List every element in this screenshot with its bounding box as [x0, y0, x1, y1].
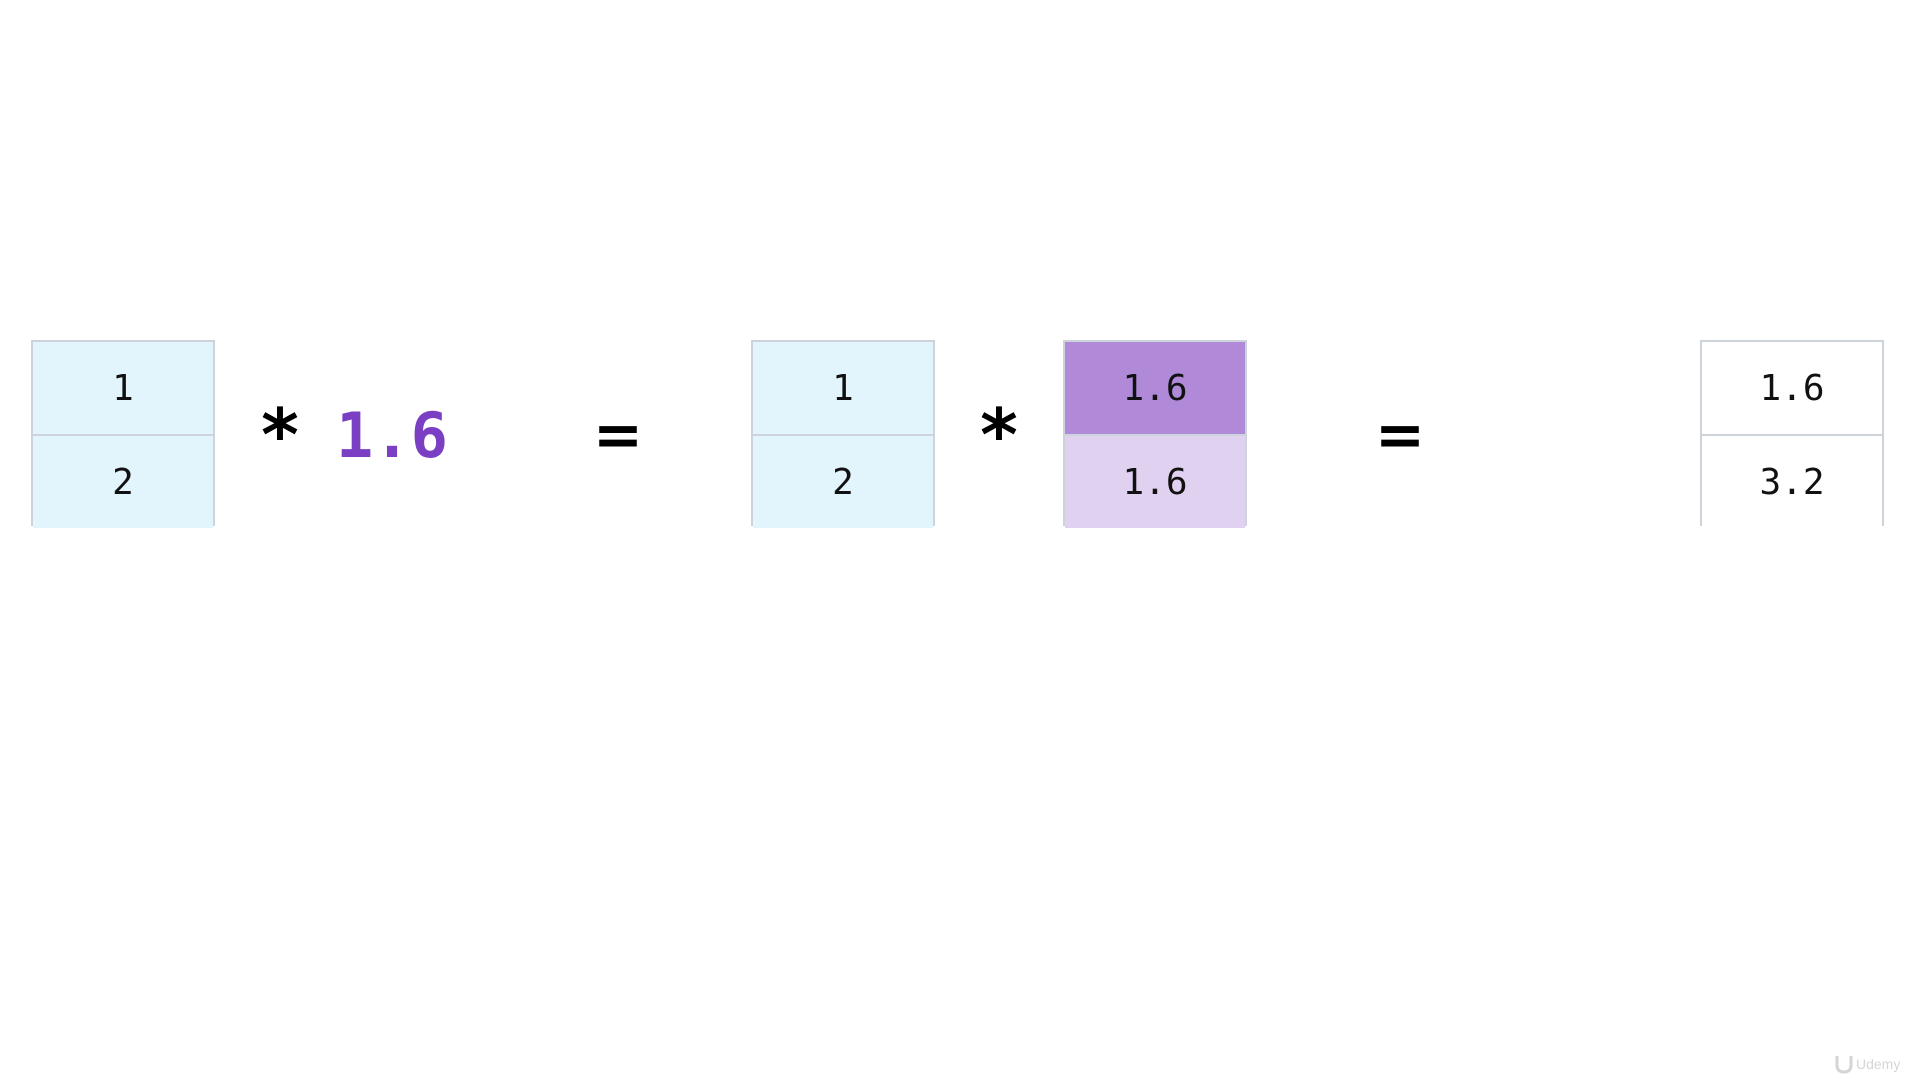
left-vector-cell-2: 2 — [33, 436, 213, 528]
result-vector-cell-2: 3.2 — [1702, 436, 1882, 528]
equals-operator-2: = — [1374, 400, 1426, 470]
left-vector: 1 2 — [31, 340, 215, 528]
left-vector-cell-1: 1 — [33, 342, 213, 436]
result-vector-cell-1: 1.6 — [1702, 342, 1882, 436]
multiply-operator-2: * — [980, 393, 1018, 477]
udemy-logo: Udemy — [1835, 1056, 1900, 1074]
broadcasting-diagram: 1 2 * 1.6 = 1 2 * 1.6 1.6 = 1.6 3.2 Udem… — [0, 0, 1920, 1080]
middle-vector-cell-1: 1 — [753, 342, 933, 436]
broadcast-vector: 1.6 1.6 — [1063, 340, 1247, 528]
equals-operator-1: = — [592, 400, 644, 470]
broadcast-vector-cell-1: 1.6 — [1065, 342, 1245, 436]
scalar-value: 1.6 — [336, 398, 448, 472]
middle-vector: 1 2 — [751, 340, 935, 528]
middle-vector-cell-2: 2 — [753, 436, 933, 528]
broadcast-vector-cell-2: 1.6 — [1065, 436, 1245, 528]
multiply-operator-1: * — [261, 393, 299, 477]
watermark-text: Udemy — [1856, 1056, 1900, 1072]
result-vector: 1.6 3.2 — [1700, 340, 1884, 528]
